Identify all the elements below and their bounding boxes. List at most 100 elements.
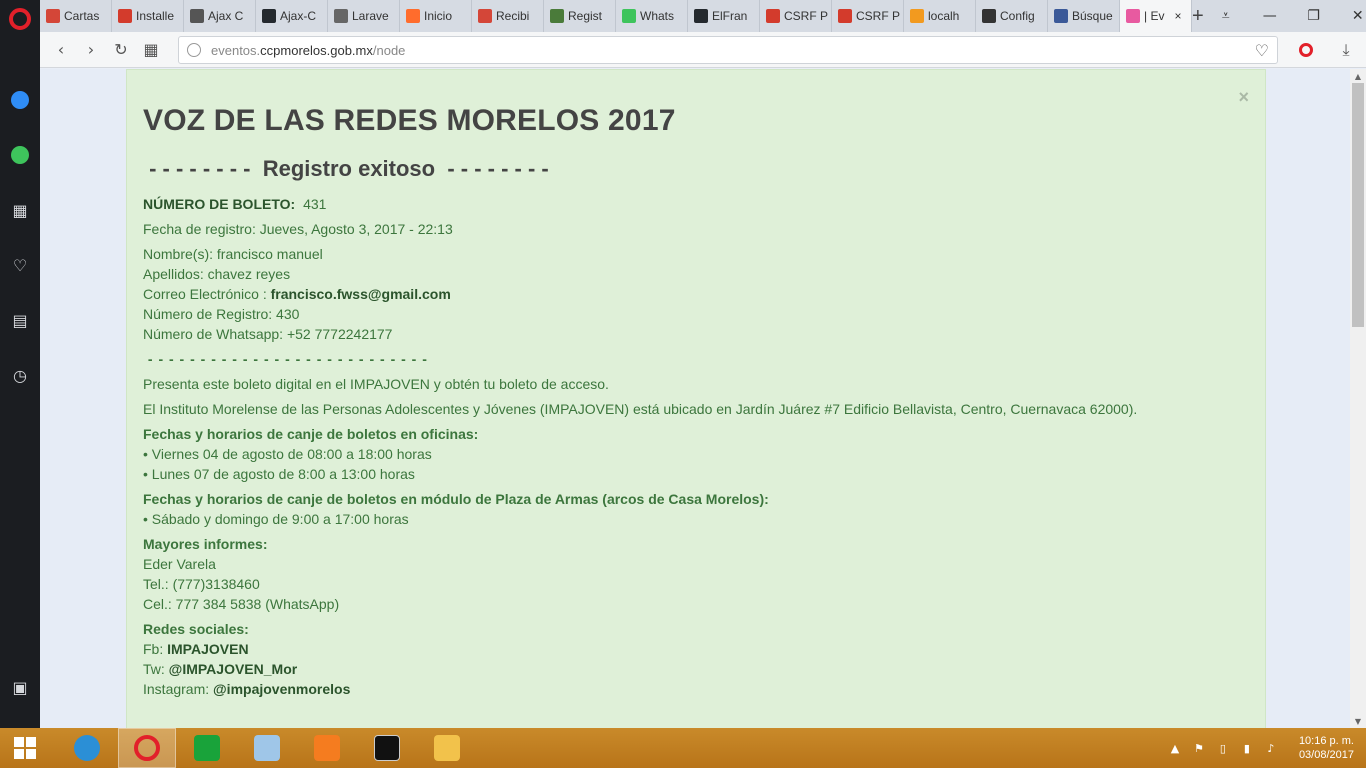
reload-button[interactable]: ↻ bbox=[106, 35, 136, 65]
tab-label: Larave bbox=[352, 9, 389, 23]
sidebar-toggle-icon[interactable]: ▣ bbox=[10, 677, 30, 697]
browser-tab[interactable]: Whats bbox=[616, 0, 688, 32]
tab-label: Ajax C bbox=[208, 9, 244, 23]
browser-tab[interactable]: Larave bbox=[328, 0, 400, 32]
clock[interactable]: 10:16 p. m. 03/08/2017 bbox=[1299, 734, 1354, 762]
tab-favicon-icon bbox=[262, 9, 276, 23]
tab-label: | Ev bbox=[1144, 9, 1165, 23]
browser-tab[interactable]: Cartas bbox=[40, 0, 112, 32]
windows-taskbar: ▲ ⚑ ▯ ▮ ♪ 10:16 p. m. 03/08/2017 bbox=[0, 728, 1366, 768]
store-icon[interactable] bbox=[178, 728, 236, 768]
module-item: • Sábado y domingo de 9:00 a 17:00 horas bbox=[143, 511, 409, 527]
page-scrollbar[interactable]: ▲ ▼ bbox=[1350, 69, 1366, 728]
internet-explorer-icon[interactable] bbox=[58, 728, 116, 768]
file-explorer-icon[interactable] bbox=[418, 728, 476, 768]
scroll-thumb[interactable] bbox=[1352, 83, 1364, 327]
url-path: /node bbox=[372, 42, 406, 58]
network-signal-icon[interactable]: ▮ bbox=[1239, 741, 1255, 755]
ig-value: @impajovenmorelos bbox=[213, 681, 351, 697]
browser-tab[interactable]: CSRF P bbox=[760, 0, 832, 32]
new-tab-button[interactable]: + bbox=[1192, 0, 1204, 32]
tab-label: Búsque bbox=[1072, 9, 1113, 23]
tab-label: CSRF P bbox=[856, 9, 901, 23]
email-value: francisco.fwss@gmail.com bbox=[270, 286, 451, 302]
tab-label: Ajax-C bbox=[280, 9, 317, 23]
fb-label: Fb: bbox=[143, 641, 168, 657]
notepad-icon[interactable] bbox=[238, 728, 296, 768]
forward-button[interactable]: › bbox=[76, 35, 106, 65]
scroll-down-icon[interactable]: ▼ bbox=[1350, 714, 1366, 728]
browser-tab[interactable]: Config bbox=[976, 0, 1048, 32]
info-cel: Cel.: 777 384 5838 (WhatsApp) bbox=[143, 596, 340, 612]
download-icon[interactable]: ⤓ bbox=[1326, 35, 1366, 65]
minimize-button[interactable]: — bbox=[1248, 0, 1292, 32]
surnames: Apellidos: chavez reyes bbox=[143, 266, 291, 282]
browser-tab[interactable]: Búsque bbox=[1048, 0, 1120, 32]
tab-label: ElFran bbox=[712, 9, 748, 23]
success-subtitle: - - - - - - - - Registro exitoso - - - -… bbox=[143, 156, 549, 181]
tab-favicon-icon bbox=[406, 9, 420, 23]
back-button[interactable]: ‹ bbox=[46, 35, 76, 65]
close-tab-icon[interactable]: × bbox=[1174, 9, 1181, 23]
offices-item: • Lunes 07 de agosto de 8:00 a 13:00 hor… bbox=[143, 466, 415, 482]
info-tel: Tel.: (777)3138460 bbox=[143, 576, 260, 592]
browser-tab[interactable]: localh bbox=[904, 0, 976, 32]
tab-favicon-icon bbox=[622, 9, 636, 23]
browser-tab[interactable]: Installe bbox=[112, 0, 184, 32]
ig-label: Instagram: bbox=[143, 681, 214, 697]
offices-heading: Fechas y horarios de canje de boletos en… bbox=[143, 426, 479, 442]
email-label: Correo Electrónico : bbox=[143, 286, 271, 302]
browser-tab[interactable]: CSRF P bbox=[832, 0, 904, 32]
browser-tab[interactable]: Regist bbox=[544, 0, 616, 32]
tab-bar: Cartas Installe Ajax C Ajax-C Larave Inicio Re… bbox=[40, 0, 1366, 32]
power-icon[interactable]: ▯ bbox=[1215, 741, 1231, 755]
tab-label: Installe bbox=[136, 9, 175, 23]
speed-dial-icon[interactable]: ▦ bbox=[10, 200, 30, 220]
info-name: Eder Varela bbox=[143, 556, 216, 572]
tab-label: Cartas bbox=[64, 9, 100, 23]
close-window-button[interactable]: ✕ bbox=[1336, 0, 1366, 32]
browser-tab[interactable]: Inicio bbox=[400, 0, 472, 32]
browser-tab[interactable]: ElFran bbox=[688, 0, 760, 32]
present-text: Presenta este boleto digital en el IMPAJ… bbox=[143, 376, 609, 392]
opera-logo-icon[interactable] bbox=[9, 8, 31, 30]
registration-date: Fecha de registro: Jueves, Agosto 3, 201… bbox=[143, 221, 453, 237]
xampp-icon[interactable] bbox=[298, 728, 356, 768]
browser-tab[interactable]: Ajax-C bbox=[256, 0, 328, 32]
opera-menu-icon[interactable] bbox=[1286, 35, 1326, 65]
restore-button[interactable]: ❐ bbox=[1292, 0, 1336, 32]
close-alert-icon[interactable]: × bbox=[1238, 87, 1249, 108]
tab-menu-icon[interactable]: ⩡ bbox=[1204, 0, 1248, 32]
whatsapp-icon[interactable] bbox=[10, 145, 30, 165]
volume-icon[interactable]: ♪ bbox=[1263, 741, 1279, 755]
browser-tab[interactable]: Ajax C bbox=[184, 0, 256, 32]
opera-taskbar-icon[interactable] bbox=[118, 728, 176, 768]
flag-icon[interactable]: ⚑ bbox=[1191, 741, 1207, 755]
tab-favicon-icon bbox=[550, 9, 564, 23]
bookmark-heart-icon[interactable]: ♡ bbox=[1255, 41, 1269, 60]
bookmarks-heart-icon[interactable]: ♡ bbox=[10, 255, 30, 275]
tabs-overview-button[interactable]: ▦ bbox=[136, 35, 166, 65]
messenger-icon[interactable] bbox=[10, 90, 30, 110]
page-title: VOZ DE LAS REDES MORELOS 2017 bbox=[143, 104, 676, 137]
tab-label: localh bbox=[928, 9, 960, 23]
command-prompt-icon[interactable] bbox=[358, 728, 416, 768]
page-viewport: × VOZ DE LAS REDES MORELOS 2017 - - - - … bbox=[40, 69, 1350, 728]
news-icon[interactable]: ▤ bbox=[10, 310, 30, 330]
fb-value: IMPAJOVEN bbox=[167, 641, 249, 657]
url-input[interactable]: eventos. ccpmorelos.gob.mx/node ♡ bbox=[178, 36, 1278, 64]
tw-value: @IMPAJOVEN_Mor bbox=[168, 661, 298, 677]
browser-tab[interactable]: Recibi bbox=[472, 0, 544, 32]
scroll-up-icon[interactable]: ▲ bbox=[1350, 69, 1366, 83]
start-button[interactable] bbox=[0, 728, 50, 768]
tab-list: Cartas Installe Ajax C Ajax-C Larave Inicio Re… bbox=[40, 0, 1192, 32]
registration-number: Número de Registro: 430 bbox=[143, 306, 300, 322]
tab-favicon-icon bbox=[190, 9, 204, 23]
tab-label: CSRF P bbox=[784, 9, 829, 23]
show-hidden-icons-icon[interactable]: ▲ bbox=[1167, 741, 1183, 755]
browser-tab[interactable]: | Ev × bbox=[1120, 0, 1192, 32]
history-clock-icon[interactable]: ◷ bbox=[10, 365, 30, 385]
separator: - - - - - - - - - - - - - - - - - - - - … bbox=[143, 351, 428, 367]
tab-favicon-icon bbox=[478, 9, 492, 23]
tab-favicon-icon bbox=[766, 9, 780, 23]
